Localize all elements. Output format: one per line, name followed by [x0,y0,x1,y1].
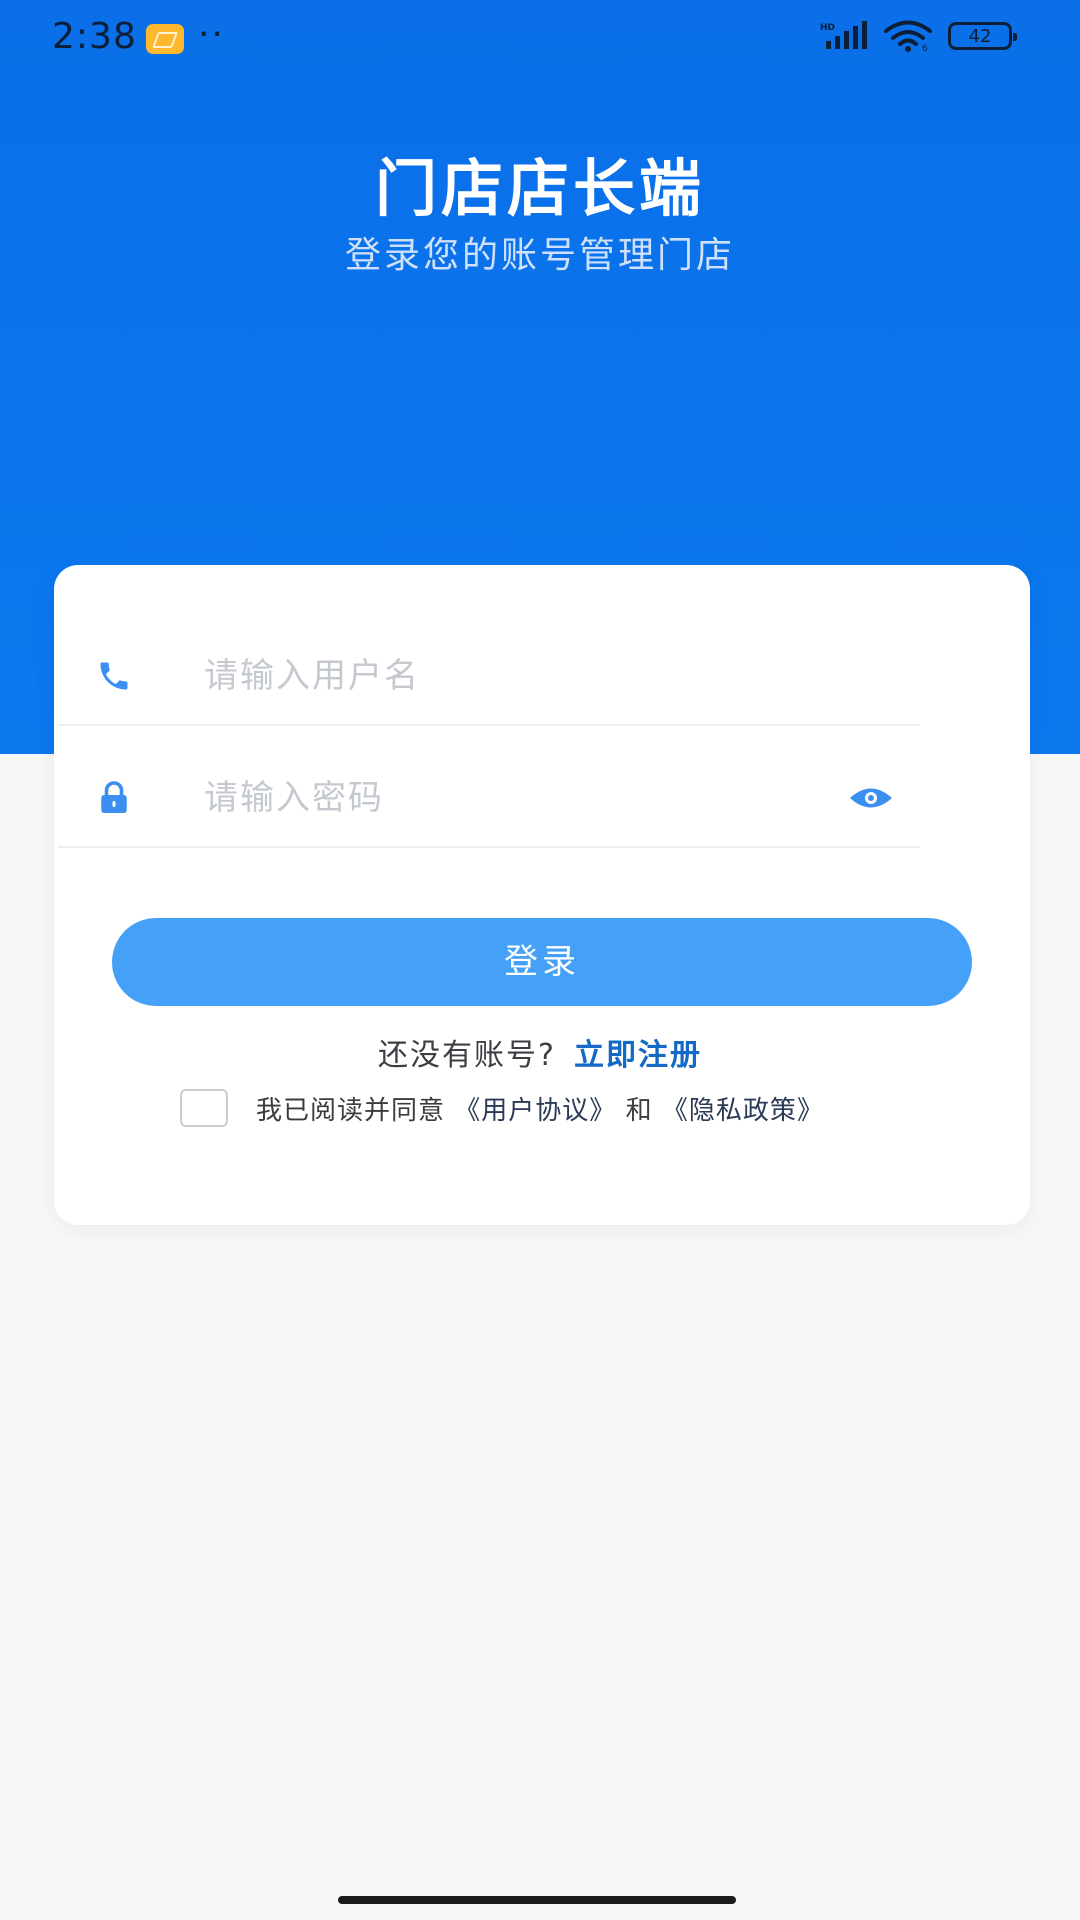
page-title: 门店店长端 [374,152,705,225]
more-notifications-indicator: ·· [198,14,225,55]
home-indicator[interactable] [338,1896,736,1904]
page-subtitle: 登录您的账号管理门店 [344,235,735,276]
eye-icon[interactable] [848,783,894,813]
password-input[interactable] [202,767,826,829]
agreement-prefix: 我已阅读并同意 [256,1095,446,1126]
signal-icon: HD [820,21,867,49]
phone-icon [100,662,128,690]
lock-icon [101,781,127,813]
register-link[interactable]: 立即注册 [574,1038,702,1073]
username-field [58,628,920,726]
user-agreement-link[interactable]: 《用户协议》 [454,1096,616,1126]
login-screen: 2:38 ·· HD 6 42 门店店长端 登录您的账号管理门店 请输入用户名 … [0,0,1080,1920]
gallery-notification-icon [146,24,184,54]
battery-level: 42 [968,25,992,47]
status-icons: HD 6 42 [820,20,1017,52]
wifi-icon: 6 [884,20,932,52]
battery-icon: 42 [948,22,1017,50]
username-input[interactable] [202,645,826,707]
no-account-text: 还没有账号? [378,1038,556,1073]
login-button[interactable]: 登录 [112,918,972,1006]
register-row: 还没有账号? 立即注册 [0,1030,1080,1074]
password-field [58,750,920,848]
svg-text:HD: HD [820,23,835,33]
agreement-and: 和 [625,1095,653,1126]
privacy-policy-link[interactable]: 《隐私政策》 [662,1096,824,1126]
svg-text:6: 6 [922,44,928,52]
status-bar: 2:38 ·· HD 6 42 [0,0,1080,80]
status-time: 2:38 [52,16,137,57]
agreement-checkbox[interactable] [180,1089,228,1127]
agreement-row: 我已阅读并同意 《用户协议》 和 《隐私政策》 [180,1086,940,1130]
agreement-text: 我已阅读并同意 《用户协议》 和 《隐私政策》 [256,1090,824,1127]
